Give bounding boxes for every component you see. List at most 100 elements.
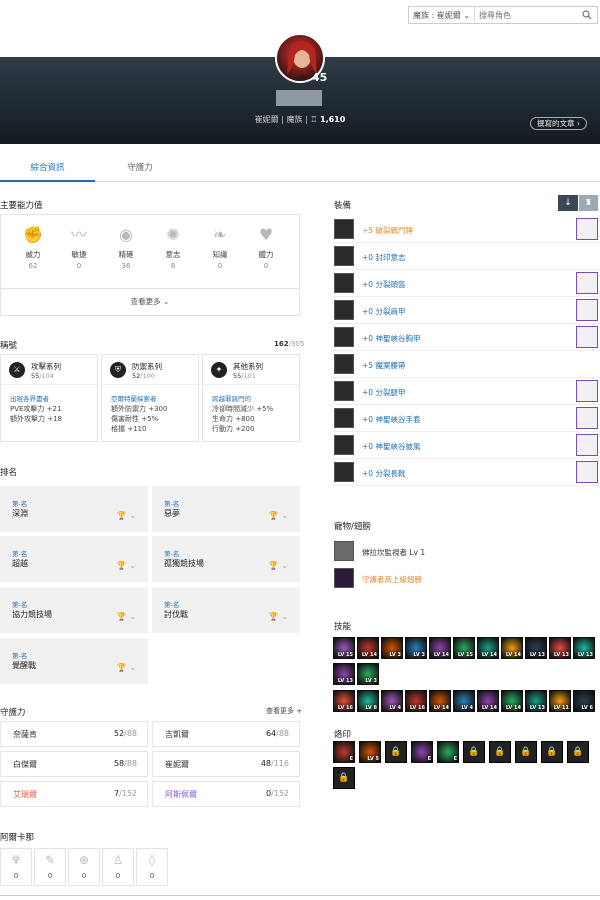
search-input[interactable]	[475, 10, 580, 20]
server-select[interactable]: 魔族 : 崔妮爾 ⌄	[409, 7, 476, 23]
rank-card[interactable]: 第-名 深淵 🏆 ⌄	[0, 486, 148, 532]
trophy-icon[interactable]: 🏆 ⌄	[117, 561, 136, 570]
pet-row[interactable]: 佛拉坎監視者 Lv 1	[332, 538, 600, 565]
stigma-icon[interactable]: E	[411, 741, 433, 763]
stigma-icon[interactable]: LV 5	[359, 741, 381, 763]
lock-icon[interactable]: 🔒	[333, 767, 355, 789]
equipment-row[interactable]: +0 分裂頭盔	[332, 270, 600, 297]
character-search[interactable]: 魔族 : 崔妮爾 ⌄	[408, 6, 598, 24]
equipment-row[interactable]: +0 分裂長靴	[332, 459, 600, 486]
stigma-icon[interactable]: E	[333, 741, 355, 763]
stigma-icon[interactable]: E	[437, 741, 459, 763]
skill-icon[interactable]: LV 14	[501, 690, 523, 712]
trophy-icon[interactable]: 🏆 ⌄	[269, 511, 288, 520]
skill-icon[interactable]: LV 4	[381, 690, 403, 712]
appearance-slot-icon[interactable]	[576, 461, 598, 483]
skill-icon[interactable]: LV 14	[429, 637, 451, 659]
skill-icon[interactable]: LV 15	[333, 637, 355, 659]
title-card-line: 生命力 +800	[212, 415, 255, 423]
appearance-slot-icon[interactable]	[576, 380, 598, 402]
rank-card[interactable]: 第-名 孤獨競技場 🏆 ⌄	[152, 536, 300, 582]
trophy-icon[interactable]: 🏆 ⌄	[269, 612, 288, 621]
guardian-item: 阿斯佩爾 0/152	[152, 781, 300, 807]
arcana-card[interactable]: ⊕ 0	[68, 848, 100, 886]
stats-more-button[interactable]: 查看更多 ⌄	[1, 288, 299, 315]
skill-icon[interactable]: LV 13	[333, 663, 355, 685]
lock-icon[interactable]: 🔒	[463, 741, 485, 763]
rank-card[interactable]: 第-名 惡夢 🏆 ⌄	[152, 486, 300, 532]
rank-card[interactable]: 第-名 超越 🏆 ⌄	[0, 536, 148, 582]
skill-icon[interactable]: LV 6	[573, 690, 595, 712]
trophy-icon[interactable]: 🏆 ⌄	[117, 663, 136, 672]
skill-icon[interactable]: LV 13	[525, 637, 547, 659]
appearance-slot-icon[interactable]	[576, 434, 598, 456]
title-card-defense[interactable]: ⛨ 防禦系列 52/100 亞爾特蘭探索者 額外防禦力 +300 傷害耐性 +5% …	[101, 354, 199, 442]
skill-icon[interactable]: LV 15	[453, 637, 475, 659]
arcana-card[interactable]: ◊ 0	[136, 848, 168, 886]
appearance-slot-icon[interactable]	[576, 218, 598, 240]
articles-button[interactable]: 撰寫的文章 ›	[530, 117, 587, 130]
skill-icon[interactable]: LV 3	[381, 637, 403, 659]
bottom-divider	[0, 895, 600, 896]
lock-icon[interactable]: 🔒	[515, 741, 537, 763]
skill-icon[interactable]: LV 14	[429, 690, 451, 712]
guardian-value-num: 64	[265, 729, 277, 738]
skill-icon[interactable]: LV 13	[549, 637, 571, 659]
rank-label: 第-名	[164, 550, 180, 558]
lock-icon[interactable]: 🔒	[541, 741, 563, 763]
title-card-other[interactable]: ✦ 其他系列 55/101 跨越罪惡門的 冷卻時間減少 +5% 生命力 +800 行…	[202, 354, 300, 442]
title-card-attack[interactable]: ⚔ 攻擊系列 55/104 出現各界盡者 PVE攻擊力 +21 額外攻擊力 +18	[0, 354, 98, 442]
tab-guardian[interactable]: 守護力	[95, 155, 185, 182]
trophy-icon[interactable]: 🏆 ⌄	[117, 511, 136, 520]
tab-overview[interactable]: 綜合資訊	[0, 155, 95, 182]
skill-icon[interactable]: LV 14	[501, 637, 523, 659]
equipment-row[interactable]: +0 封印意志	[332, 243, 600, 270]
equipment-row[interactable]: +0 神聖峽谷胸甲	[332, 324, 600, 351]
appearance-slot-icon[interactable]	[576, 299, 598, 321]
arcana-card[interactable]: ✎ 0	[34, 848, 66, 886]
download-icon[interactable]: ↓	[558, 195, 578, 211]
lock-icon[interactable]: 🔒	[567, 741, 589, 763]
character-level: 45	[312, 71, 328, 84]
skill-icon[interactable]: LV 3	[405, 637, 427, 659]
rank-card[interactable]: 第-名 覺醒戰 🏆 ⌄	[0, 638, 148, 684]
skill-icon[interactable]: LV 4	[453, 690, 475, 712]
search-icon[interactable]	[580, 8, 594, 22]
badge-icon[interactable]: ♜	[579, 195, 598, 211]
trophy-icon[interactable]: 🏆 ⌄	[269, 561, 288, 570]
guardian-name: 阿斯佩爾	[165, 790, 197, 799]
equipment-row[interactable]: +0 神聖峽谷手套	[332, 405, 600, 432]
equipment-row[interactable]: +5 魔案腰帶	[332, 351, 600, 378]
skill-icon[interactable]: LV 13	[573, 637, 595, 659]
equipment-row[interactable]: +0 分裂肩甲	[332, 297, 600, 324]
arcana-card[interactable]: ♙ 0	[102, 848, 134, 886]
stat-name: 知識	[212, 250, 228, 259]
appearance-slot-icon[interactable]	[576, 326, 598, 348]
skill-level: LV 14	[505, 705, 521, 711]
skill-icon[interactable]: LV 16	[405, 690, 427, 712]
arcana-card[interactable]: ♆ 0	[0, 848, 32, 886]
lock-icon[interactable]: 🔒	[385, 741, 407, 763]
skill-icon[interactable]: LV 14	[477, 637, 499, 659]
skill-icon[interactable]: LV 3	[357, 663, 379, 685]
equipment-row[interactable]: +5 破裂戰鬥錘	[332, 216, 600, 243]
skill-icon[interactable]: LV 14	[357, 637, 379, 659]
pets-title: 寵物/翅膀	[334, 522, 371, 532]
skill-icon[interactable]: LV 16	[333, 690, 355, 712]
equipment-row[interactable]: +0 神聖峽谷披風	[332, 432, 600, 459]
skill-icon[interactable]: LV 14	[477, 690, 499, 712]
wings-row[interactable]: 守護者高上級翅膀	[332, 565, 600, 592]
lock-icon[interactable]: 🔒	[489, 741, 511, 763]
appearance-slot-icon[interactable]	[576, 272, 598, 294]
appearance-slot-icon[interactable]	[576, 407, 598, 429]
equipment-icon	[334, 408, 354, 428]
skill-icon[interactable]: LV 13	[525, 690, 547, 712]
guardian-more-button[interactable]: 查看更多 +	[266, 706, 302, 716]
skill-icon[interactable]: LV 11	[549, 690, 571, 712]
rank-card[interactable]: 第-名 討伐戰 🏆 ⌄	[152, 587, 300, 633]
skill-icon[interactable]: LV 8	[357, 690, 379, 712]
equipment-row[interactable]: +0 分裂腿甲	[332, 378, 600, 405]
trophy-icon[interactable]: 🏆 ⌄	[117, 612, 136, 621]
title-card-line: 傷害耐性 +5%	[111, 415, 159, 423]
rank-card[interactable]: 第-名 協力競技場 🏆 ⌄	[0, 587, 148, 633]
